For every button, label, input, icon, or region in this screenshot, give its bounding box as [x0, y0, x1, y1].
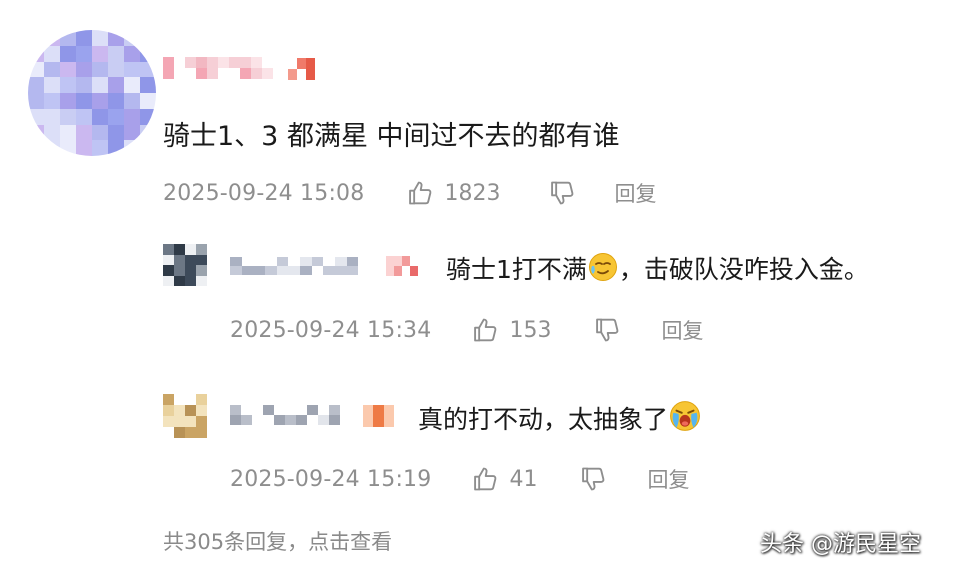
dislike-button[interactable]: [579, 465, 607, 493]
reply-button[interactable]: 回复: [647, 464, 689, 494]
thumbs-down-icon: [548, 179, 576, 207]
comment-thread: 骑士1、3 都满星 中间过不去的都有谁 2025-09-24 15:08 182…: [0, 0, 956, 570]
reply-text-before: 真的打不动，太抽象了: [418, 405, 669, 434]
crying-face-icon: [669, 400, 701, 438]
reply-avatar[interactable]: [163, 244, 207, 286]
reply-text: 真的打不动，太抽象了: [418, 400, 702, 438]
watermark: 头条 @游民星空: [760, 532, 921, 557]
dislike-button[interactable]: [593, 316, 621, 344]
reply-timestamp: 2025-09-24 15:19: [230, 466, 432, 492]
like-button[interactable]: 1823: [406, 179, 500, 207]
reply-label: 回复: [661, 319, 704, 343]
thumbs-up-icon: [471, 316, 499, 344]
username-blurred[interactable]: [163, 57, 273, 79]
avatar[interactable]: [28, 30, 156, 156]
user-badge: [288, 58, 324, 80]
comment-meta: 2025-09-24 15:08 1823 回复: [163, 176, 656, 210]
comment-text: 骑士1、3 都满星 中间过不去的都有谁: [163, 121, 620, 152]
like-count: 153: [509, 317, 552, 343]
dislike-button[interactable]: [548, 179, 576, 207]
comment-timestamp: 2025-09-24 15:08: [163, 180, 365, 206]
reply-label: 回复: [647, 468, 690, 492]
reply-meta: 2025-09-24 15:19 41 回复: [230, 462, 689, 496]
reply-text: 骑士1打不满 ，击破队没咋投入金。: [446, 250, 869, 288]
sweat-face-icon: [588, 252, 618, 288]
view-all-replies-link[interactable]: 共305条回复，点击查看: [163, 526, 392, 556]
thumbs-down-icon: [579, 465, 607, 493]
thumbs-down-icon: [593, 316, 621, 344]
reply-meta: 2025-09-24 15:34 153 回复: [230, 313, 703, 347]
thumbs-up-icon: [406, 179, 434, 207]
like-count: 41: [509, 466, 538, 492]
reply-timestamp: 2025-09-24 15:34: [230, 317, 432, 343]
reply-label: 回复: [614, 182, 657, 206]
reply-text-before: 骑士1打不满: [446, 255, 587, 284]
thumbs-up-icon: [471, 465, 499, 493]
reply-avatar[interactable]: [163, 394, 207, 438]
reply-button[interactable]: 回复: [661, 315, 703, 345]
reply-user-badge: [352, 405, 394, 427]
like-count: 1823: [444, 180, 501, 206]
reply-username-blurred[interactable]: [230, 257, 370, 275]
reply-button[interactable]: 回复: [614, 178, 656, 208]
like-button[interactable]: 41: [471, 465, 537, 493]
like-button[interactable]: 153: [471, 316, 551, 344]
reply-username-blurred[interactable]: [230, 405, 340, 425]
reply-text-after: ，击破队没咋投入金。: [618, 255, 869, 284]
reply-user-badge: [386, 256, 418, 276]
